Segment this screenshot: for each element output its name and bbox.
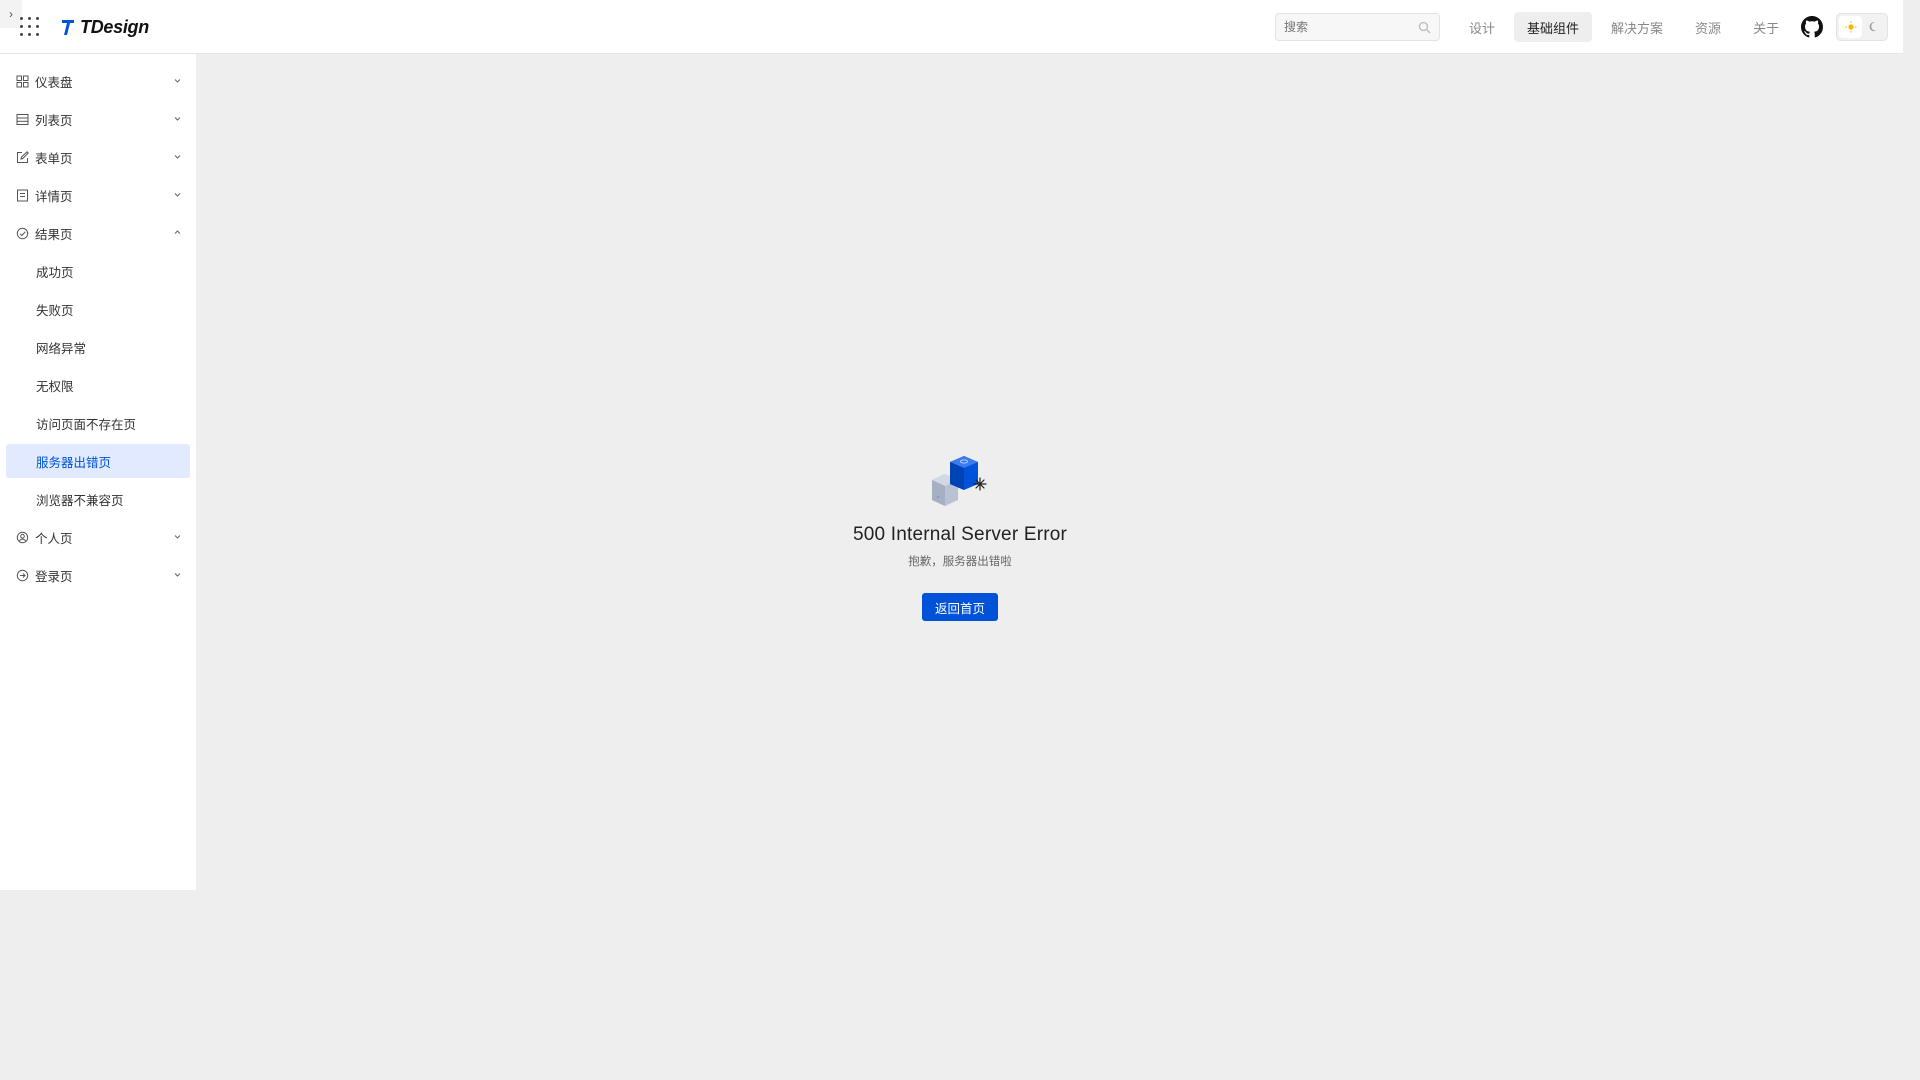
sidebar-item-label: 结果页 [35, 227, 73, 242]
theme-toggle[interactable] [1836, 13, 1888, 41]
sidebar-subitem-browser-incompatible[interactable]: 浏览器不兼容页 [6, 482, 190, 516]
chevron-up-icon [174, 230, 181, 234]
detail-icon [17, 189, 28, 201]
sidebar-subitem-fail[interactable]: 失败页 [6, 292, 190, 326]
search-input[interactable] [1284, 20, 1414, 34]
nav-about[interactable]: 关于 [1740, 12, 1792, 42]
sidebar-item-dashboard[interactable]: 仪表盘 [6, 64, 190, 98]
result-panel: 500 Internal Server Error 抱歉，服务器出错啦 返回首页 [196, 454, 1724, 621]
dashboard-icon [16, 75, 29, 87]
sun-icon [1845, 21, 1856, 33]
search-box[interactable] [1275, 13, 1440, 41]
nav-components[interactable]: 基础组件 [1514, 12, 1593, 42]
login-icon [16, 569, 29, 581]
sidebar-subitem-network-error[interactable]: 网络异常 [6, 330, 190, 364]
dark-mode-option[interactable] [1862, 16, 1885, 38]
top-nav: 设计 基础组件 解决方案 资源 关于 [1456, 12, 1792, 42]
sidebar-expand-toggle[interactable]: › [0, 0, 22, 28]
sidebar: 仪表盘 列表页 表单页 详情页 结果页 成功页 失败页 网络异常 无权限 访问页… [0, 54, 196, 890]
chevron-down-icon [174, 117, 181, 121]
moon-icon [1869, 22, 1876, 32]
nav-design[interactable]: 设计 [1456, 12, 1508, 42]
github-icon[interactable] [1801, 16, 1823, 38]
sidebar-item-list[interactable]: 列表页 [6, 102, 190, 136]
result-title: 500 Internal Server Error [852, 524, 1068, 545]
chevron-down-icon [174, 79, 181, 83]
sidebar-item-personal[interactable]: 个人页 [6, 520, 190, 554]
sidebar-item-form[interactable]: 表单页 [6, 140, 190, 174]
sidebar-item-result[interactable]: 结果页 [6, 216, 190, 250]
app-root: › TDesign 设计 基础组件 解决方案 资源 关于 [0, 0, 1920, 1080]
tdesign-logo-icon [62, 20, 74, 35]
sidebar-item-label: 列表页 [35, 113, 73, 128]
chevron-down-icon [174, 535, 181, 539]
sidebar-item-login[interactable]: 登录页 [6, 558, 190, 592]
sidebar-item-label: 表单页 [35, 151, 73, 166]
sidebar-subitem-not-found[interactable]: 访问页面不存在页 [6, 406, 190, 440]
brand-logo[interactable]: TDesign [60, 14, 149, 40]
sidebar-subitem-server-error[interactable]: 服务器出错页 [6, 444, 190, 478]
sidebar-subitem-success[interactable]: 成功页 [6, 254, 190, 288]
sidebar-item-detail[interactable]: 详情页 [6, 178, 190, 212]
user-circle-icon [16, 531, 29, 543]
sidebar-subitem-no-permission[interactable]: 无权限 [6, 368, 190, 402]
main-content: 500 Internal Server Error 抱歉，服务器出错啦 返回首页 [196, 54, 1903, 890]
chevron-down-icon [174, 193, 181, 197]
top-header: › TDesign 设计 基础组件 解决方案 资源 关于 [0, 0, 1903, 54]
form-edit-icon [17, 150, 29, 163]
nav-solutions[interactable]: 解决方案 [1598, 12, 1676, 42]
chevron-down-icon [174, 155, 181, 159]
back-home-button[interactable]: 返回首页 [921, 593, 998, 621]
light-mode-option[interactable] [1839, 16, 1862, 38]
apps-grid-icon[interactable] [20, 17, 40, 37]
brand-name: TDesign [80, 16, 149, 37]
sidebar-item-label: 个人页 [35, 531, 73, 546]
sidebar-item-label: 详情页 [35, 189, 73, 204]
chevron-right-icon: › [9, 7, 13, 21]
server-error-illustration [932, 456, 987, 506]
sidebar-item-label: 仪表盘 [35, 75, 73, 90]
chevron-down-icon [174, 573, 181, 577]
check-circle-icon [16, 227, 29, 239]
nav-resources[interactable]: 资源 [1682, 12, 1734, 42]
list-icon [16, 113, 29, 125]
result-description: 抱歉，服务器出错啦 [908, 556, 1012, 568]
search-icon[interactable] [1418, 21, 1431, 34]
sidebar-item-label: 登录页 [35, 569, 73, 584]
